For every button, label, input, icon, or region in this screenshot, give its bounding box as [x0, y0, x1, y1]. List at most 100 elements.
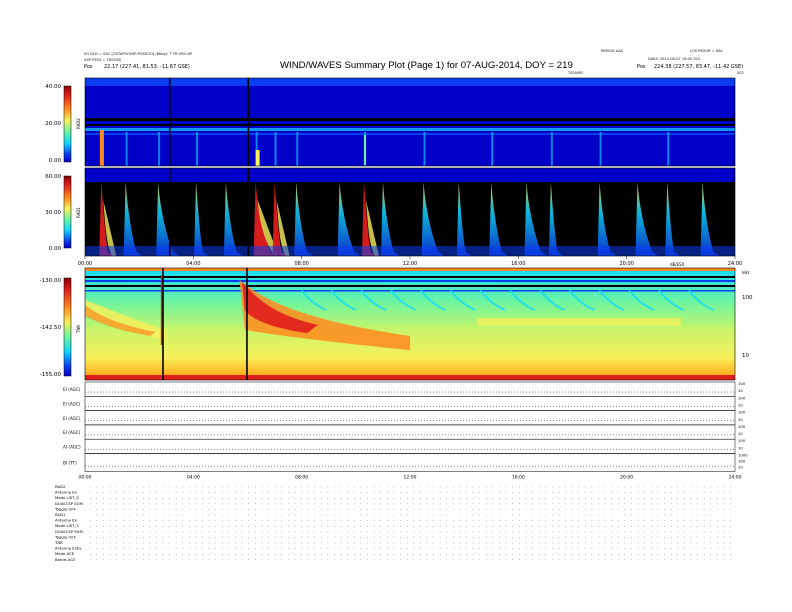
tnr-top-right-label: dB/ESX [670, 262, 685, 267]
bottom-text-blocks: RAD2Antenna ExMode LIST_SDUASCSP SUMTogg… [54, 484, 735, 562]
rad2-panel [84, 77, 736, 167]
bottom-text-line: Bands ACE [55, 557, 76, 562]
rad1-x-tick-label: 20:00 [619, 261, 633, 267]
rad2-burst [196, 132, 199, 166]
tnr-colorbar-tick: -130.00 [40, 278, 62, 284]
hk-row-frame [84, 410, 736, 426]
bottom-text-line: Toggle OFF [54, 506, 76, 511]
rad2-burst [667, 132, 670, 166]
rad1-colorbar [63, 175, 72, 249]
rad1-x-tick-label: 12:00 [403, 261, 417, 267]
rad2-colorbar [63, 85, 72, 163]
tnr-ylabel: TNR [76, 325, 81, 334]
rad1-background [85, 246, 735, 256]
rad2-colorbar-tick: 0.00 [49, 158, 62, 164]
hk-row-label: EI (AGC) [63, 387, 81, 392]
bottom-text-line: TNR [54, 540, 63, 545]
rad1-x-tick-label: 08:00 [294, 261, 308, 267]
hk-row-frame [84, 438, 736, 454]
rad2-burst [423, 132, 426, 166]
hk-row-label: AI (AGC) [63, 444, 81, 449]
rad1-x-tick-label: 24:00 [728, 261, 742, 267]
rad2-burst [363, 135, 366, 165]
hk-row-label: EI (AGC) [63, 416, 81, 421]
bottom-text-line: Antenna Ex [55, 518, 78, 523]
rad2-burst [599, 132, 602, 166]
rad1-colorbar-tick: 0.00 [49, 246, 62, 252]
rad2-colorbar-tick: 40.00 [45, 84, 61, 90]
tnr-right-tick-label: 100 [742, 295, 753, 301]
bottom-text-line: DUASCSP SUM [55, 501, 83, 506]
hk-row-tick: 10 [738, 388, 743, 393]
bottom-text-line: Antenna ExEy [55, 546, 82, 551]
housekeeping-panel: EI (AGC)10010EI (AGC)10010EI (AGC)10010E… [63, 381, 748, 472]
bottom-text-line: Mode ACE [55, 551, 75, 556]
tnr-data-gap [162, 268, 164, 380]
hk-row-frame [84, 381, 736, 397]
hk-row-tick: 10 [738, 431, 743, 436]
rad1-colorbar-tick: 60.00 [45, 174, 61, 180]
tnr-vertical-spike [160, 275, 163, 345]
summary-plot-canvas: EI (AGC)10010EI (AGC)10010EI (AGC)10010E… [40, 77, 753, 562]
hk-row-tick: 10 [738, 445, 743, 450]
rad2-data-gap [168, 78, 171, 166]
rad1-colorbar-tick: 30.00 [45, 210, 61, 216]
hk-row-tick: 10 [738, 402, 743, 407]
hk-x-tick-label: 20:00 [620, 475, 633, 481]
rad2-burst [255, 150, 260, 166]
rad1-x-tick-label: 04:00 [186, 261, 200, 267]
rad2-data-gap [247, 78, 250, 166]
rad2-burst [550, 132, 553, 166]
hk-x-tick-label: 04:00 [187, 475, 200, 481]
hk-row-tick: 10 [738, 417, 743, 422]
tnr-right-tick-label: 10 [742, 353, 749, 359]
rad2-burst [158, 132, 161, 166]
hk-row-tick: 100 [738, 438, 746, 443]
hk-row-frame [84, 396, 736, 411]
tnr-right-axis-label: kHz [742, 270, 749, 275]
hk-x-tick-label: 00:00 [79, 475, 92, 481]
rad2-burst [296, 132, 299, 166]
bottom-text-line: Mode LIST_S [55, 495, 79, 500]
hk-row-label: EI (AGC) [63, 401, 81, 406]
bottom-text-line: RAD1 [55, 512, 66, 517]
hk-row-frame [84, 453, 736, 472]
rad1-data-gap [168, 168, 171, 256]
rad1-data-gap [247, 168, 250, 256]
bottom-text-line: RAD2 [55, 484, 66, 489]
tnr-colorbar [63, 277, 72, 377]
hk-row-tick: 100 [738, 395, 746, 400]
rad1-ylabel: RAD1 [76, 207, 81, 218]
wind-waves-summary-plot: { "header": { "left_line1": "SO DLD = SA… [0, 0, 792, 612]
rad2-burst [491, 132, 494, 166]
rad1-x-tick-label: 16:00 [511, 261, 525, 267]
tnr-colorbar-tick: -155.00 [40, 372, 62, 378]
rad2-burst [125, 132, 128, 166]
rad2-colorbar-tick: 20.00 [45, 121, 61, 127]
rad1-x-tick-label: 00:00 [78, 261, 92, 267]
rad1-panel [84, 167, 736, 257]
hk-row-tick: 100 [738, 459, 746, 464]
hk-row-tick: 100 [738, 381, 746, 386]
hk-x-tick-label: 24:00 [729, 475, 742, 481]
hk-row-tick: 10 [738, 465, 743, 470]
bottom-text-line: DUASCSP SUM [55, 529, 83, 534]
hk-x-tick-label: 16:00 [512, 475, 525, 481]
hk-row-frame [84, 424, 736, 440]
tnr-band [477, 318, 681, 326]
tnr-colorbar-tick: -142.50 [40, 325, 62, 331]
hk-row-tick: 1000 [738, 453, 748, 458]
bottom-text-line: Toggle OFF [54, 534, 76, 539]
bottom-text-line: Mode LIST_S [55, 523, 79, 528]
hk-row-label: BI (TT) [63, 461, 77, 466]
hk-row-label: EI (AGC) [63, 430, 81, 435]
bottom-text-line: Antenna Ex [55, 490, 78, 495]
rad2-burst [99, 130, 104, 166]
hk-row-tick: 100 [738, 424, 746, 429]
hk-x-tick-label: 08:00 [295, 475, 308, 481]
tnr-panel [84, 267, 736, 381]
rad2-ylabel: RAD2 [76, 118, 81, 129]
tnr-data-gap [246, 268, 248, 380]
rad2-burst [274, 132, 277, 166]
hk-row-tick: 100 [738, 410, 746, 415]
